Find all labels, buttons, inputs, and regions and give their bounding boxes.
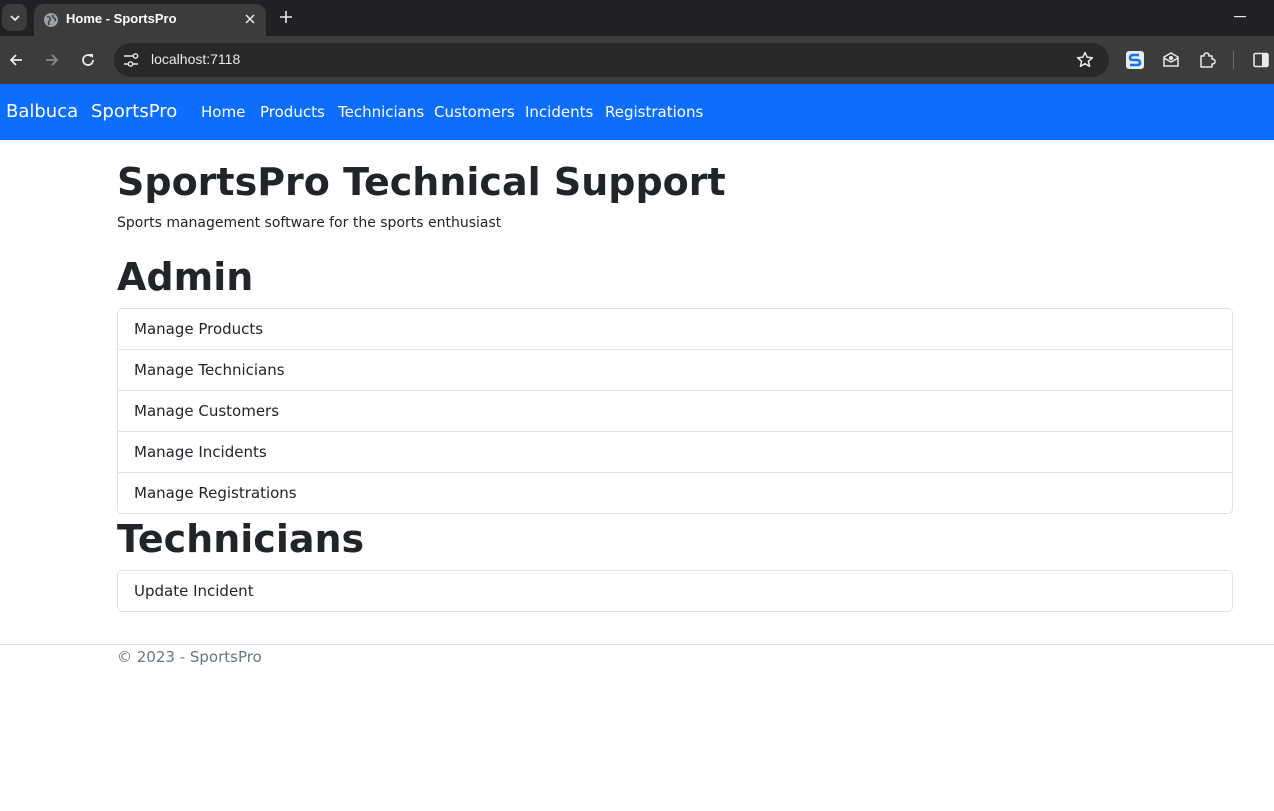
tune-icon <box>124 53 139 67</box>
minimize-icon <box>1234 16 1246 18</box>
footer-divider <box>0 644 1274 645</box>
s-logo-icon <box>1126 51 1144 69</box>
bookmark-button[interactable] <box>1075 50 1095 70</box>
manage-technicians-link[interactable]: Manage Technicians <box>118 349 1232 390</box>
minimize-window-button[interactable] <box>1230 8 1250 26</box>
puzzle-icon <box>1200 52 1216 68</box>
tab-title: Home - SportsPro <box>66 11 177 26</box>
technicians-link-list: Update Incident <box>117 570 1233 612</box>
url-text: localhost:7118 <box>151 51 241 67</box>
reload-icon <box>82 54 94 66</box>
arrow-right-icon <box>46 54 59 66</box>
forward-button[interactable] <box>42 50 62 70</box>
extensions-button[interactable] <box>1196 49 1218 71</box>
admin-link-list: Manage Products Manage Technicians Manag… <box>117 308 1233 514</box>
brand-primary[interactable]: Balbuca <box>6 101 78 122</box>
manage-customers-link[interactable]: Manage Customers <box>118 390 1232 431</box>
reload-button[interactable] <box>78 50 98 70</box>
mail-icon <box>1163 52 1179 67</box>
brand-secondary[interactable]: SportsPro <box>91 101 177 122</box>
update-incident-link[interactable]: Update Incident <box>118 571 1232 611</box>
manage-products-link[interactable]: Manage Products <box>118 309 1232 349</box>
extension-mail-button[interactable] <box>1160 49 1182 71</box>
arrow-left-icon <box>9 54 22 66</box>
address-bar[interactable]: localhost:7118 <box>114 43 1109 77</box>
admin-heading: Admin <box>117 255 254 299</box>
browser-toolbar: localhost:7118 <box>0 36 1274 84</box>
nav-link-incidents[interactable]: Incidents <box>525 103 593 121</box>
browser-tabstrip: Home - SportsPro <box>0 0 1274 36</box>
new-tab-button[interactable] <box>277 8 295 26</box>
nav-link-registrations[interactable]: Registrations <box>605 103 703 121</box>
toolbar-divider <box>1233 51 1234 69</box>
nav-link-home[interactable]: Home <box>201 103 245 121</box>
tab-search-button[interactable] <box>2 4 27 31</box>
site-navbar: Balbuca SportsPro Home Products Technici… <box>0 84 1274 140</box>
page-title: SportsPro Technical Support <box>117 160 726 204</box>
manage-incidents-link[interactable]: Manage Incidents <box>118 431 1232 472</box>
site-info-button[interactable] <box>121 50 141 70</box>
side-panel-button[interactable] <box>1250 49 1272 71</box>
extension-s-button[interactable] <box>1124 49 1146 71</box>
footer-text: © 2023 - SportsPro <box>117 648 262 666</box>
side-panel-icon <box>1253 52 1269 68</box>
nav-link-technicians[interactable]: Technicians <box>338 103 424 121</box>
nav-link-products[interactable]: Products <box>260 103 325 121</box>
plus-icon <box>280 11 292 23</box>
page-subtitle: Sports management software for the sport… <box>117 215 502 231</box>
nav-link-customers[interactable]: Customers <box>434 103 515 121</box>
close-icon <box>245 14 255 24</box>
chevron-down-icon <box>9 14 20 21</box>
technicians-heading: Technicians <box>117 517 365 561</box>
tab-close-button[interactable] <box>241 10 259 28</box>
manage-registrations-link[interactable]: Manage Registrations <box>118 472 1232 513</box>
browser-tab-active[interactable]: Home - SportsPro <box>34 4 266 36</box>
star-icon <box>1076 51 1094 68</box>
back-button[interactable] <box>6 50 26 70</box>
globe-icon <box>44 13 58 27</box>
